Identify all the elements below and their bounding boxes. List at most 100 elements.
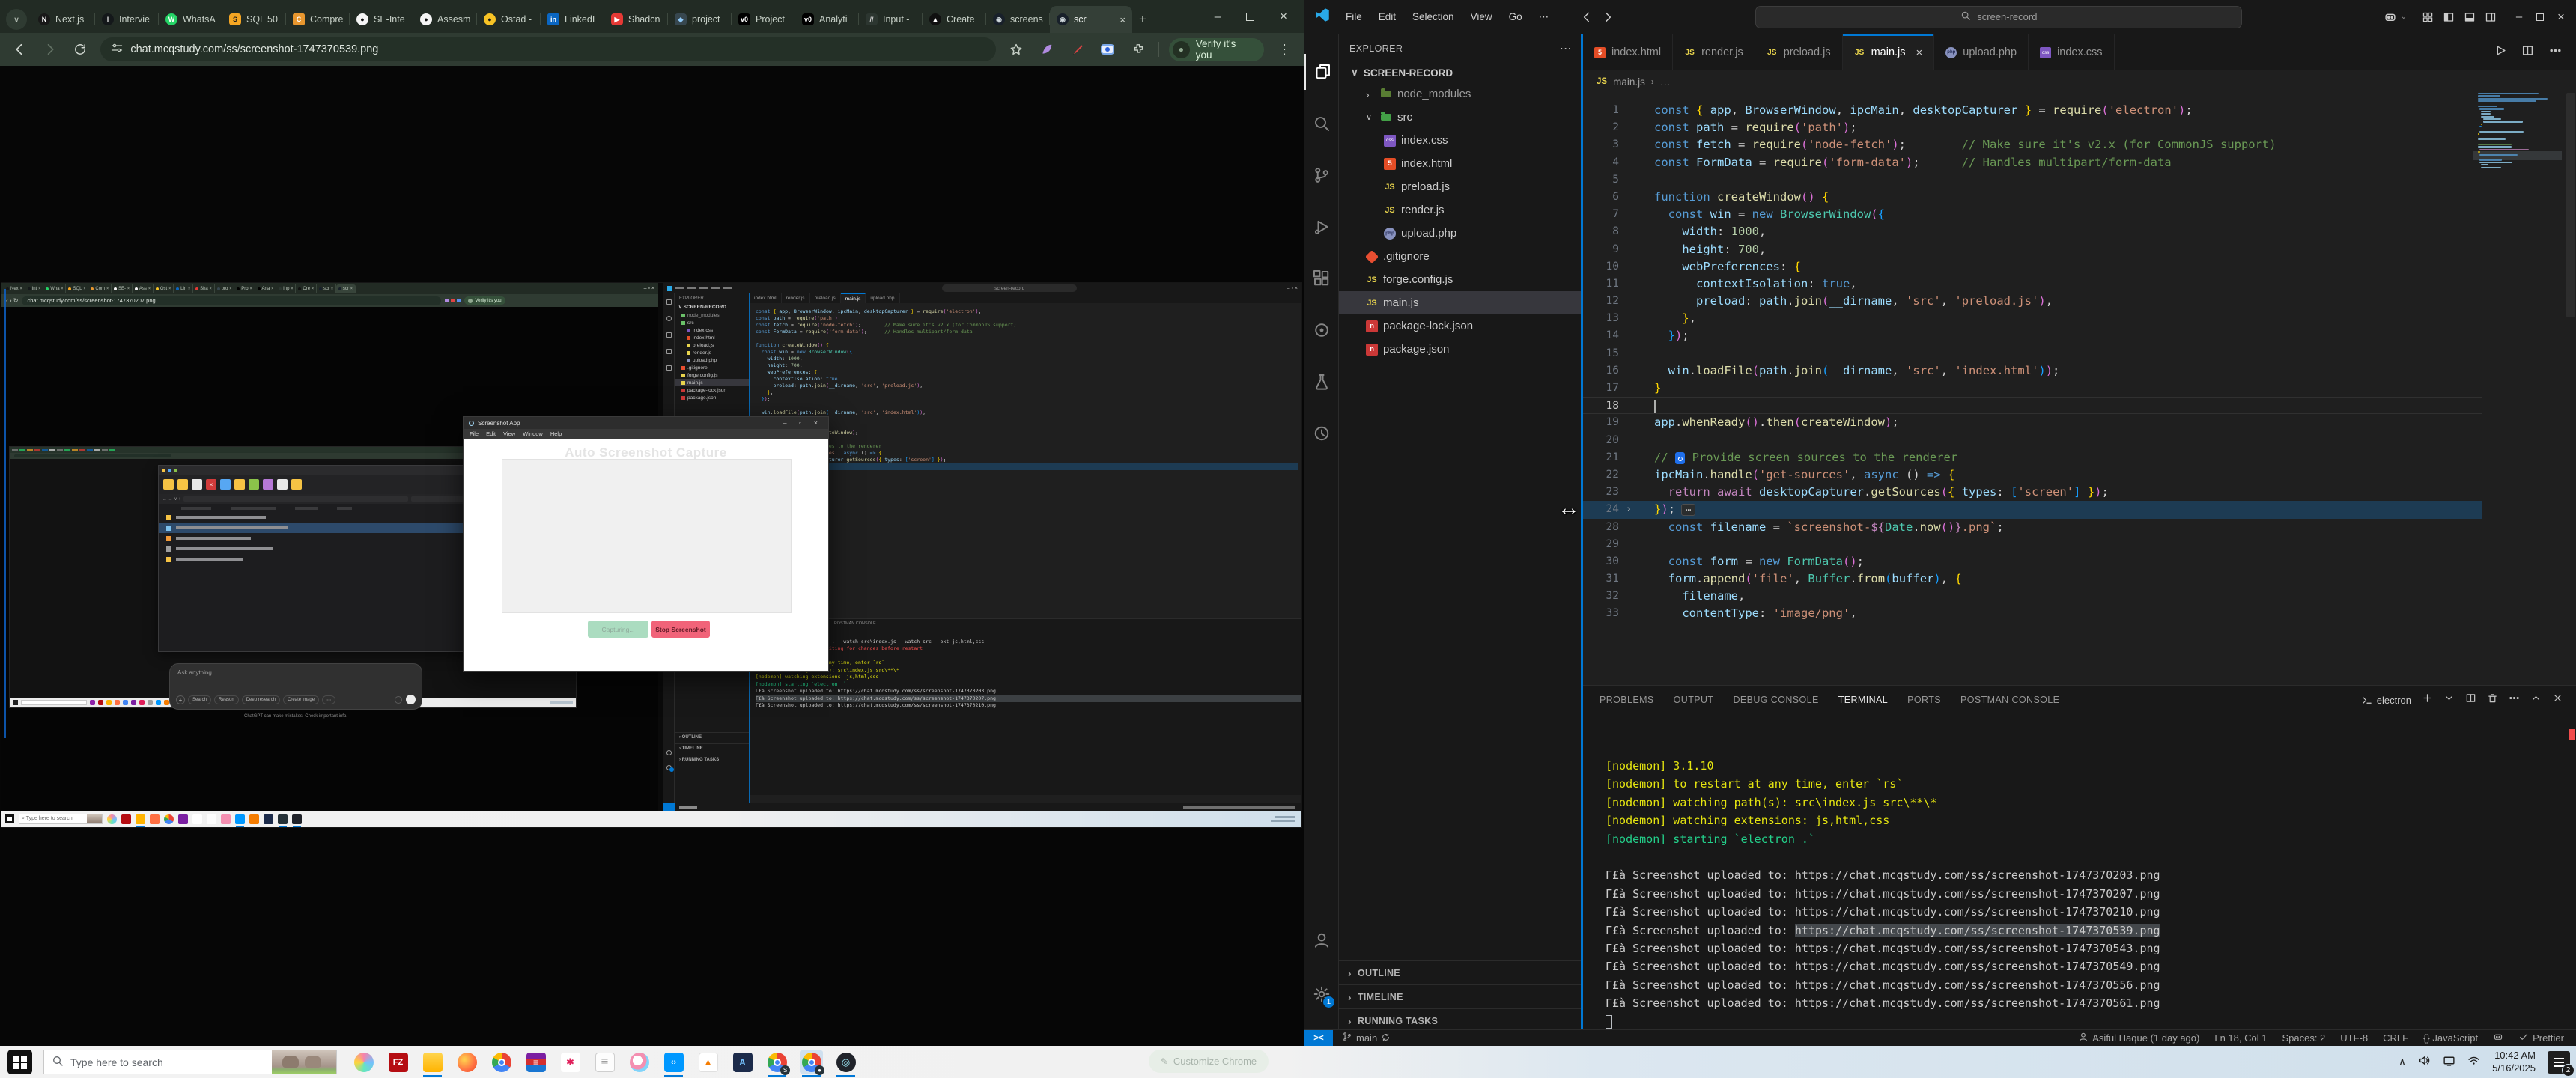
extension-feather-icon[interactable] — [1036, 39, 1057, 60]
file-item-main.js[interactable]: JSmain.js — [1339, 291, 1582, 314]
menu-item-file[interactable]: File — [1337, 11, 1370, 22]
run-button[interactable] — [2494, 44, 2506, 61]
customize-chrome-button[interactable]: ✎ Customize Chrome — [1149, 1050, 1269, 1073]
panel-tab-postman-console[interactable]: POSTMAN CONSOLE — [1960, 686, 2059, 714]
nested-address-bar[interactable]: chat.mcqstudy.com/ss/screenshot-17473702… — [22, 296, 441, 305]
app-menu-window[interactable]: Window — [523, 430, 543, 437]
file-item-package-lock.json[interactable]: npackage-lock.json — [1339, 314, 1582, 338]
nested-tab[interactable]: Nex× — [4, 284, 25, 293]
live-share-icon[interactable] — [1304, 312, 1339, 348]
code-line[interactable]: 10 webPreferences: { — [1583, 258, 2482, 275]
taskbar-icon-appstar[interactable]: A — [731, 1050, 754, 1074]
nested-panel-tab[interactable]: POSTMAN CONSOLE — [834, 621, 876, 627]
file-item-index.css[interactable]: cssindex.css — [1339, 129, 1582, 152]
file-item-package.json[interactable]: npackage.json — [1339, 338, 1582, 361]
uploaded-url[interactable]: https://chat.mcqstudy.com/ss/screenshot-… — [1795, 960, 2160, 973]
code-line[interactable]: 6function createWindow() { — [1583, 189, 2482, 206]
nested-file-preload.js[interactable]: preload.js — [675, 341, 749, 349]
uploaded-url[interactable]: https://chat.mcqstudy.com/ss/screenshot-… — [1795, 978, 2160, 992]
address-bar[interactable]: chat.mcqstudy.com/ss/screenshot-17473705… — [100, 37, 996, 61]
code-line[interactable]: 12 preload: path.join(__dirname, 'src', … — [1583, 293, 2482, 310]
nested-tab[interactable]: Int× — [25, 284, 44, 293]
speaker-icon[interactable] — [2418, 1054, 2431, 1071]
code-line[interactable]: 13 }, — [1583, 310, 2482, 327]
nested-section-0[interactable]: › OUTLINE — [675, 732, 749, 740]
taskbar-icon-copilot[interactable] — [352, 1050, 375, 1074]
browser-tab[interactable]: ◉screens — [986, 6, 1050, 33]
site-settings-icon[interactable] — [111, 42, 123, 57]
start-button[interactable] — [7, 1050, 32, 1074]
nested-taskbar-icon[interactable] — [249, 814, 259, 824]
extension-marker-icon[interactable] — [1067, 39, 1088, 60]
editor-tab-index.html[interactable]: 5index.html — [1583, 34, 1673, 70]
panel-maximize-icon[interactable] — [2530, 692, 2542, 707]
attach-icon[interactable]: + — [176, 695, 185, 704]
nested-taskbar-icon[interactable] — [235, 814, 245, 824]
window-maximize-icon[interactable] — [2530, 7, 2551, 28]
nested-tab[interactable]: Inp× — [276, 284, 296, 293]
nested-taskbar-icon[interactable] — [192, 814, 202, 824]
nested-editor-tab-upload.php[interactable]: upload.php — [866, 293, 899, 303]
browser-tab[interactable]: ◉scr× — [1050, 6, 1132, 33]
taskbar-icon-chrome-s[interactable]: S — [765, 1050, 789, 1074]
nested-tab[interactable]: scr× — [317, 284, 336, 293]
uploaded-url[interactable]: https://chat.mcqstudy.com/ss/screenshot-… — [1795, 942, 2160, 955]
browser-tab[interactable]: CCompre — [286, 6, 350, 33]
code-line[interactable]: 22ipcMain.handle('get-sources', async ()… — [1583, 466, 2482, 484]
composer-chip-reason[interactable]: Reason — [214, 695, 239, 704]
code-line[interactable]: 7 const win = new BrowserWindow({ — [1583, 206, 2482, 223]
toggle-panel-icon[interactable] — [2459, 7, 2480, 28]
window-close-icon[interactable]: × — [2551, 7, 2572, 28]
nested-file-package.json[interactable]: package.json — [675, 394, 749, 401]
file-item-index.html[interactable]: 5index.html — [1339, 152, 1582, 175]
panel-more-icon[interactable] — [2509, 692, 2520, 707]
minimap[interactable] — [2478, 93, 2560, 497]
kill-terminal-icon[interactable] — [2487, 692, 2498, 707]
code-line[interactable]: 14 }); — [1583, 327, 2482, 344]
editor-tab-index.css[interactable]: cssindex.css — [2029, 34, 2114, 70]
code-line[interactable]: 21// ↻ Provide screen sources to the ren… — [1583, 449, 2482, 466]
toggle-sidebar-icon[interactable] — [2438, 7, 2459, 28]
remote-indicator[interactable]: >< — [1304, 1030, 1333, 1047]
code-line[interactable]: 15 — [1583, 345, 2482, 362]
window-maximize-icon[interactable] — [1246, 13, 1254, 21]
browser-tab[interactable]: ◆project — [668, 6, 732, 33]
composer-chip-⋯[interactable]: ⋯ — [322, 695, 335, 704]
app-menu-edit[interactable]: Edit — [486, 430, 496, 437]
project-root-row[interactable]: ∨ SCREEN-RECORD — [1339, 63, 1582, 82]
browser-tab[interactable]: v0Analyti — [795, 6, 859, 33]
nested-file-upload.php[interactable]: upload.php — [675, 356, 749, 364]
nested-file-node_modules[interactable]: node_modules — [675, 311, 749, 319]
code-line[interactable]: 17} — [1583, 380, 2482, 397]
nested-section-2[interactable]: › RUNNING TASKS — [675, 755, 749, 762]
uploaded-url[interactable]: https://chat.mcqstudy.com/ss/screenshot-… — [1795, 924, 2160, 937]
window-minimize-icon[interactable]: – — [2509, 7, 2530, 28]
wifi-icon[interactable] — [2467, 1054, 2480, 1071]
nested-chatgpt-composer[interactable]: Ask anything+SearchReasonDeep researchCr… — [169, 663, 422, 710]
file-item-src[interactable]: ∨src — [1339, 106, 1582, 129]
code-line[interactable]: 20 — [1583, 432, 2482, 449]
taskbar-icon-chrome[interactable] — [490, 1050, 513, 1074]
profile-button[interactable]: ● Verify it's you — [1169, 38, 1264, 61]
uploaded-url[interactable]: https://chat.mcqstudy.com/ss/screenshot-… — [1795, 996, 2160, 1010]
capturing-button[interactable]: Capturing... — [588, 621, 648, 638]
panel-tab-debug-console[interactable]: DEBUG CONSOLE — [1733, 686, 1818, 714]
nested-taskbar-search[interactable]: ⌕ Type here to search — [19, 814, 103, 824]
code-line[interactable]: 1const { app, BrowserWindow, ipcMain, de… — [1583, 102, 2482, 119]
status-item--javascript[interactable]: {} JavaScript — [2423, 1032, 2478, 1044]
nested-taskbar-icon[interactable] — [121, 814, 131, 824]
editor-tab-render.js[interactable]: JSrender.js — [1673, 34, 1755, 70]
nested-taskbar-icon[interactable] — [150, 814, 160, 824]
status-item-utf-8[interactable]: UTF-8 — [2340, 1032, 2368, 1044]
nested-tab[interactable]: Ost× — [154, 284, 174, 293]
browser-tab[interactable]: ▲Create — [923, 6, 986, 33]
nested-file-forge.config.js[interactable]: forge.config.js — [675, 371, 749, 379]
run-debug-icon[interactable] — [1304, 209, 1339, 245]
nested-tab[interactable]: Sha× — [193, 284, 215, 293]
taskbar-icon-winrar[interactable]: ≡ — [524, 1050, 547, 1074]
taskbar-icon-vscode[interactable]: ‹› — [662, 1050, 685, 1074]
stop-screenshot-button[interactable]: Stop Screenshot — [651, 621, 710, 638]
search-icon[interactable] — [1304, 106, 1339, 141]
browser-tab[interactable]: ●Ostad - — [477, 6, 541, 33]
fold-icon[interactable]: › — [1619, 501, 1638, 518]
